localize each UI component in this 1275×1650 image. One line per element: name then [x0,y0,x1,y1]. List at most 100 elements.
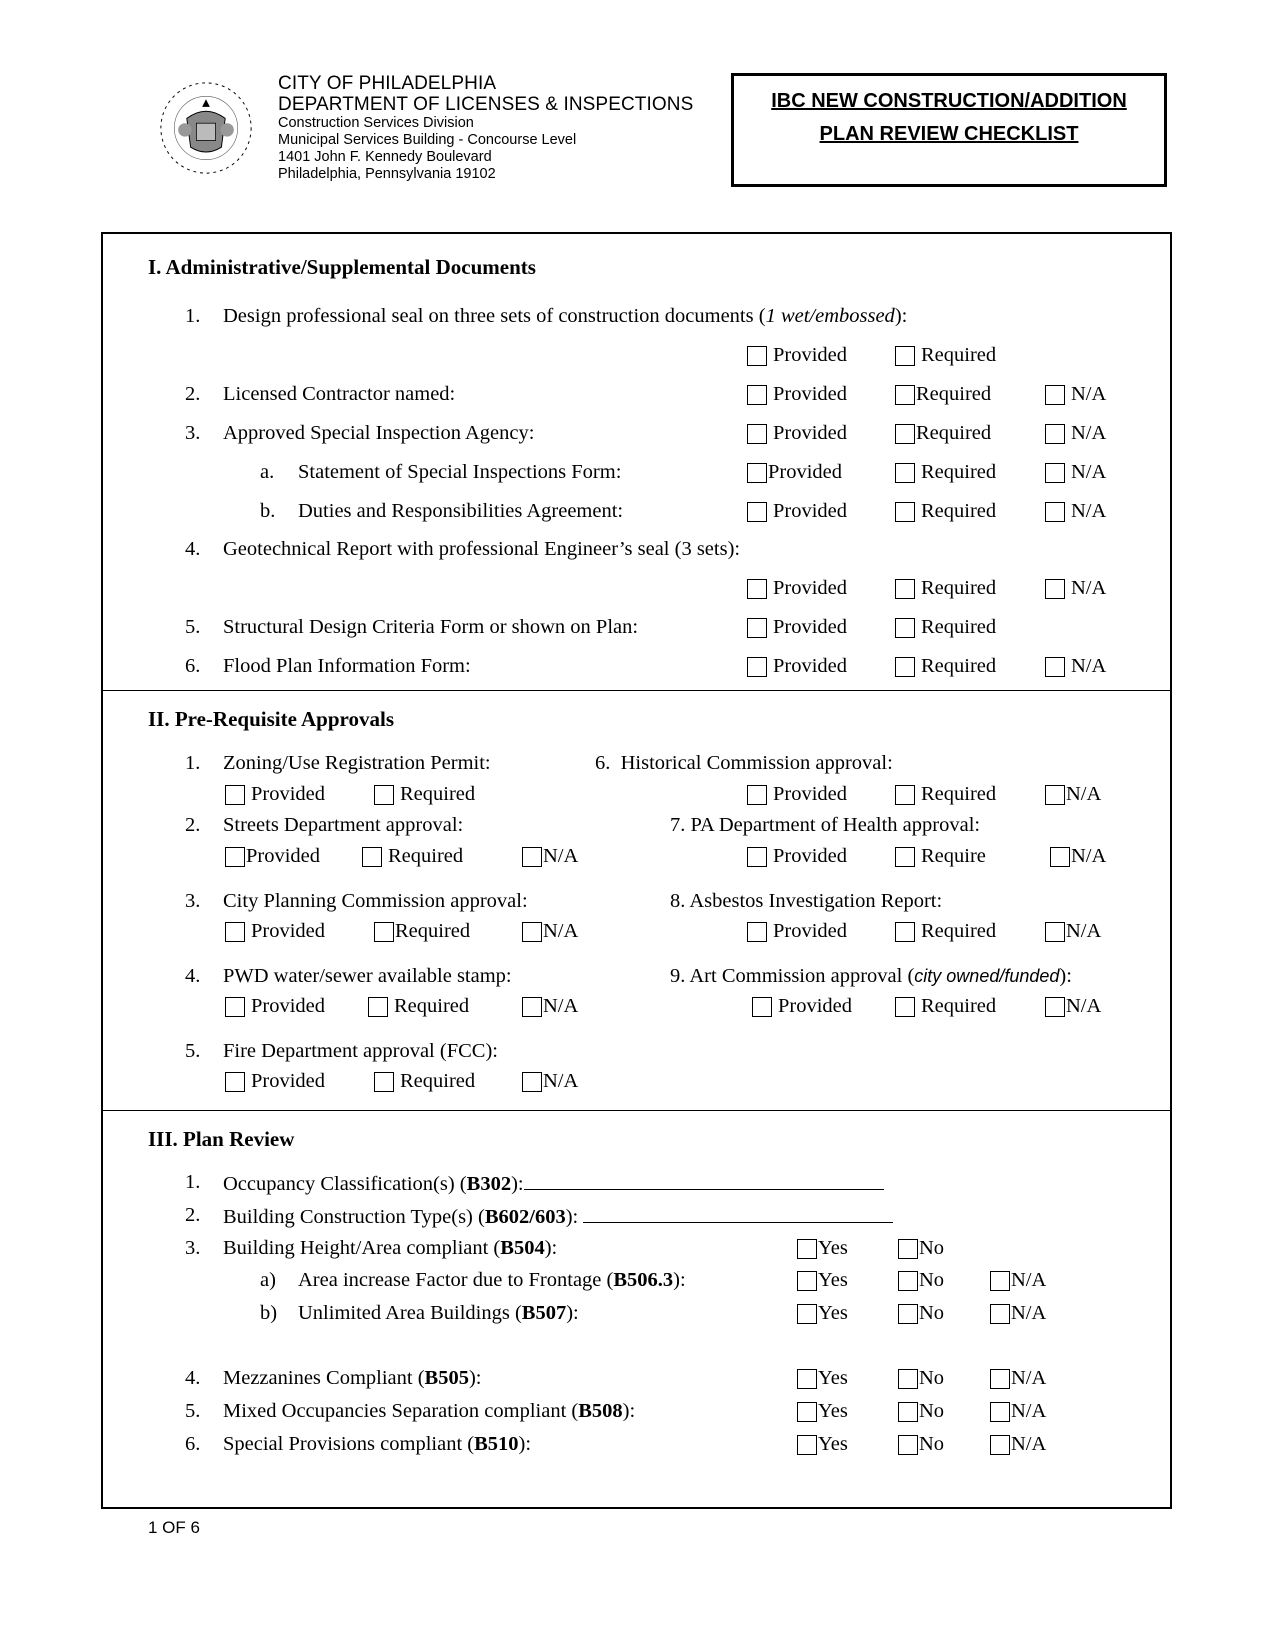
checkbox[interactable] [374,784,394,805]
checkbox[interactable] [747,846,767,867]
checkbox-provided[interactable]: Provided [747,616,847,639]
checkbox[interactable] [374,1071,394,1092]
checkbox[interactable] [1045,921,1065,942]
checkbox-required[interactable]: Required [895,995,996,1018]
checkbox[interactable] [522,996,542,1017]
checkbox[interactable] [797,1270,817,1291]
checkbox-required[interactable]: Require [895,845,986,868]
checkbox[interactable] [225,1071,245,1092]
checkbox[interactable] [1045,462,1065,483]
checkbox[interactable] [990,1401,1010,1422]
checkbox-required[interactable]: Required [895,655,996,678]
checkbox-na[interactable]: N/A [990,1302,1046,1325]
checkbox[interactable] [895,423,915,444]
checkbox-required[interactable]: Required [895,783,996,806]
checkbox[interactable] [225,996,245,1017]
checkbox-provided[interactable]: Provided [747,920,847,943]
checkbox-provided[interactable]: Provided [225,845,320,868]
checkbox[interactable] [898,1303,918,1324]
checkbox-provided[interactable]: Provided [747,577,847,600]
checkbox-na[interactable]: N/A [1045,461,1106,484]
checkbox-provided[interactable]: Provided [752,995,852,1018]
checkbox[interactable] [1045,501,1065,522]
checkbox-na[interactable]: N/A [990,1433,1046,1456]
checkbox-provided[interactable]: Provided [747,383,847,406]
checkbox[interactable] [895,384,915,405]
checkbox[interactable] [747,578,767,599]
checkbox-required[interactable]: Required [895,920,996,943]
checkbox-required[interactable]: Required [374,920,470,943]
checkbox[interactable] [895,656,915,677]
occupancy-classification-field[interactable] [523,1171,884,1190]
checkbox[interactable] [895,345,915,366]
checkbox[interactable] [1045,423,1065,444]
checkbox[interactable] [895,578,915,599]
checkbox-required[interactable]: Required [362,845,463,868]
checkbox[interactable] [747,423,767,444]
checkbox-no[interactable]: No [898,1302,944,1325]
checkbox-na[interactable]: N/A [522,845,578,868]
checkbox[interactable] [797,1434,817,1455]
checkbox-no[interactable]: No [898,1237,944,1260]
checkbox-na[interactable]: N/A [522,1070,578,1093]
checkbox[interactable] [522,921,542,942]
checkbox[interactable] [898,1434,918,1455]
checkbox-provided[interactable]: Provided [225,783,325,806]
checkbox-required[interactable]: Required [895,344,996,367]
checkbox-provided[interactable]: Provided [747,500,847,523]
checkbox-provided[interactable]: Provided [225,1070,325,1093]
checkbox[interactable] [898,1270,918,1291]
checkbox-no[interactable]: No [898,1367,944,1390]
checkbox[interactable] [797,1401,817,1422]
checkbox-required[interactable]: Required [895,577,996,600]
checkbox[interactable] [1045,384,1065,405]
checkbox[interactable] [895,462,915,483]
construction-type-field[interactable] [583,1204,894,1223]
checkbox-na[interactable]: N/A [990,1269,1046,1292]
checkbox-na[interactable]: N/A [522,920,578,943]
checkbox[interactable] [797,1368,817,1389]
checkbox-provided[interactable]: Provided [747,845,847,868]
checkbox[interactable] [747,784,767,805]
checkbox-required[interactable]: Required [374,783,475,806]
checkbox[interactable] [747,462,767,483]
checkbox-required[interactable]: Required [368,995,469,1018]
checkbox[interactable] [1045,578,1065,599]
checkbox-required[interactable]: Required [374,1070,475,1093]
checkbox-required[interactable]: Required [895,461,996,484]
checkbox-provided[interactable]: Provided [225,920,325,943]
checkbox-yes[interactable]: Yes [797,1367,848,1390]
checkbox-provided[interactable]: Provided [747,783,847,806]
checkbox[interactable] [1045,784,1065,805]
checkbox-provided[interactable]: Provided [225,995,325,1018]
checkbox-na[interactable]: N/A [1045,383,1106,406]
checkbox[interactable] [225,846,245,867]
checkbox-provided[interactable]: Provided [747,655,847,678]
checkbox[interactable] [225,784,245,805]
checkbox-yes[interactable]: Yes [797,1269,848,1292]
checkbox[interactable] [895,996,915,1017]
checkbox[interactable] [225,921,245,942]
checkbox-na[interactable]: N/A [1045,577,1106,600]
checkbox-yes[interactable]: Yes [797,1400,848,1423]
checkbox-na[interactable]: N/A [1045,655,1106,678]
checkbox-na[interactable]: N/A [1050,845,1106,868]
checkbox[interactable] [1045,996,1065,1017]
checkbox[interactable] [747,501,767,522]
checkbox-no[interactable]: No [898,1433,944,1456]
checkbox[interactable] [374,921,394,942]
checkbox[interactable] [752,996,772,1017]
checkbox-no[interactable]: No [898,1400,944,1423]
checkbox[interactable] [522,846,542,867]
checkbox[interactable] [1050,846,1070,867]
checkbox-no[interactable]: No [898,1269,944,1292]
checkbox[interactable] [990,1270,1010,1291]
checkbox-na[interactable]: N/A [1045,920,1101,943]
checkbox[interactable] [747,921,767,942]
checkbox[interactable] [898,1401,918,1422]
checkbox[interactable] [1045,656,1065,677]
checkbox-provided[interactable]: Provided [747,461,842,484]
checkbox[interactable] [522,1071,542,1092]
checkbox-na[interactable]: N/A [522,995,578,1018]
checkbox[interactable] [747,617,767,638]
